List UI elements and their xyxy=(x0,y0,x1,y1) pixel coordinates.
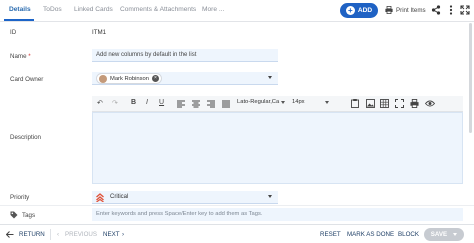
mark-as-done-button[interactable]: MARK AS DONE xyxy=(347,231,394,238)
name-label-text: Name xyxy=(10,53,27,60)
expand-icon[interactable] xyxy=(460,5,470,15)
share-icon[interactable] xyxy=(431,5,441,15)
reset-button[interactable]: RESET xyxy=(320,231,341,238)
tab-linked-cards[interactable]: Linked Cards xyxy=(74,6,113,13)
tab-todos[interactable]: ToDos xyxy=(43,6,62,13)
tab-comments-attachments[interactable]: Comments & Attachments xyxy=(120,6,196,13)
save-button-label: SAVE xyxy=(430,231,448,238)
name-label: Name * xyxy=(10,53,31,60)
more-vertical-icon[interactable] xyxy=(446,5,456,15)
priority-select[interactable]: Critical xyxy=(92,191,278,204)
priority-critical-icon xyxy=(96,193,104,202)
avatar xyxy=(99,74,107,83)
id-value: ITM1 xyxy=(92,29,107,36)
tab-bar: Details ToDos Linked Cards Comments & At… xyxy=(0,0,474,22)
chevron-down-icon xyxy=(268,76,272,79)
name-field[interactable]: Add new columns by default in the list xyxy=(92,49,278,62)
align-center-icon[interactable] xyxy=(192,100,200,108)
paste-icon[interactable] xyxy=(351,99,359,108)
chevron-right-icon: › xyxy=(122,231,125,238)
description-label: Description xyxy=(10,134,41,141)
chevron-left-icon: ‹ xyxy=(57,231,60,238)
id-label: ID xyxy=(10,29,17,36)
card-details-panel: Details ToDos Linked Cards Comments & At… xyxy=(0,0,474,243)
print-items-label: Print Items xyxy=(396,6,426,14)
preview-icon[interactable] xyxy=(425,100,435,107)
font-family-select[interactable]: Lato-Regular,Ca xyxy=(237,99,286,105)
italic-icon[interactable]: I xyxy=(146,99,148,106)
scrollbar[interactable] xyxy=(469,23,472,133)
tab-details[interactable]: Details xyxy=(9,6,31,13)
card-owner-select[interactable]: Mark Robinson × xyxy=(92,72,278,85)
print-items-button[interactable]: Print Items xyxy=(385,6,426,14)
align-right-icon[interactable] xyxy=(207,100,215,108)
add-button-label: ADD xyxy=(357,7,373,14)
undo-icon[interactable]: ↶ xyxy=(97,99,103,107)
print-icon[interactable] xyxy=(410,99,419,108)
font-family-value: Lato-Regular,Ca xyxy=(237,99,280,105)
chevron-down-icon xyxy=(268,195,272,198)
previous-button[interactable]: PREVIOUS xyxy=(65,231,97,238)
remove-owner-icon[interactable]: × xyxy=(152,75,159,82)
arrow-left-icon xyxy=(6,231,14,238)
required-marker: * xyxy=(28,53,31,60)
divider xyxy=(50,229,51,240)
table-icon[interactable] xyxy=(380,99,389,108)
font-size-value: 14px xyxy=(292,99,305,105)
plus-icon: + xyxy=(345,6,355,15)
align-left-icon[interactable] xyxy=(177,100,185,108)
image-icon[interactable] xyxy=(366,99,375,108)
chevron-down-icon[interactable] xyxy=(453,233,458,236)
name-value: Add new columns by default in the list xyxy=(96,52,197,58)
chevron-down-icon xyxy=(281,100,286,104)
footer-bar: RETURN ‹ PREVIOUS NEXT › RESET MARK AS D… xyxy=(0,224,474,243)
font-size-select[interactable]: 14px xyxy=(292,99,329,105)
fullscreen-icon[interactable] xyxy=(395,99,404,108)
align-justify-icon[interactable] xyxy=(222,100,230,108)
tags-input[interactable]: Enter keywords and press Space/Enter key… xyxy=(92,208,463,221)
tag-icon xyxy=(10,211,18,219)
owner-name: Mark Robinson xyxy=(110,75,149,82)
description-editor[interactable] xyxy=(92,112,463,184)
priority-value: Critical xyxy=(110,194,129,200)
chevron-down-icon xyxy=(324,100,329,104)
priority-label: Priority xyxy=(10,194,30,201)
underline-icon[interactable]: U xyxy=(159,99,164,106)
active-tab-indicator xyxy=(4,19,34,21)
editor-toolbar: ↶ ↷ B I U Lato-Regular,Ca 14px xyxy=(92,96,463,112)
save-button[interactable]: SAVE xyxy=(424,228,464,241)
printer-icon xyxy=(385,6,393,14)
return-button[interactable]: RETURN xyxy=(19,231,45,238)
bold-icon[interactable]: B xyxy=(131,99,136,106)
tab-more[interactable]: More ... xyxy=(202,6,224,13)
next-button[interactable]: NEXT xyxy=(103,231,120,238)
redo-icon[interactable]: ↷ xyxy=(112,99,118,107)
add-button[interactable]: + ADD xyxy=(340,3,378,18)
tags-label: Tags xyxy=(22,212,36,219)
tags-placeholder: Enter keywords and press Space/Enter key… xyxy=(96,211,263,217)
card-owner-label: Card Owner xyxy=(10,76,44,83)
block-button[interactable]: BLOCK xyxy=(398,231,419,238)
owner-chip: Mark Robinson × xyxy=(96,73,162,84)
